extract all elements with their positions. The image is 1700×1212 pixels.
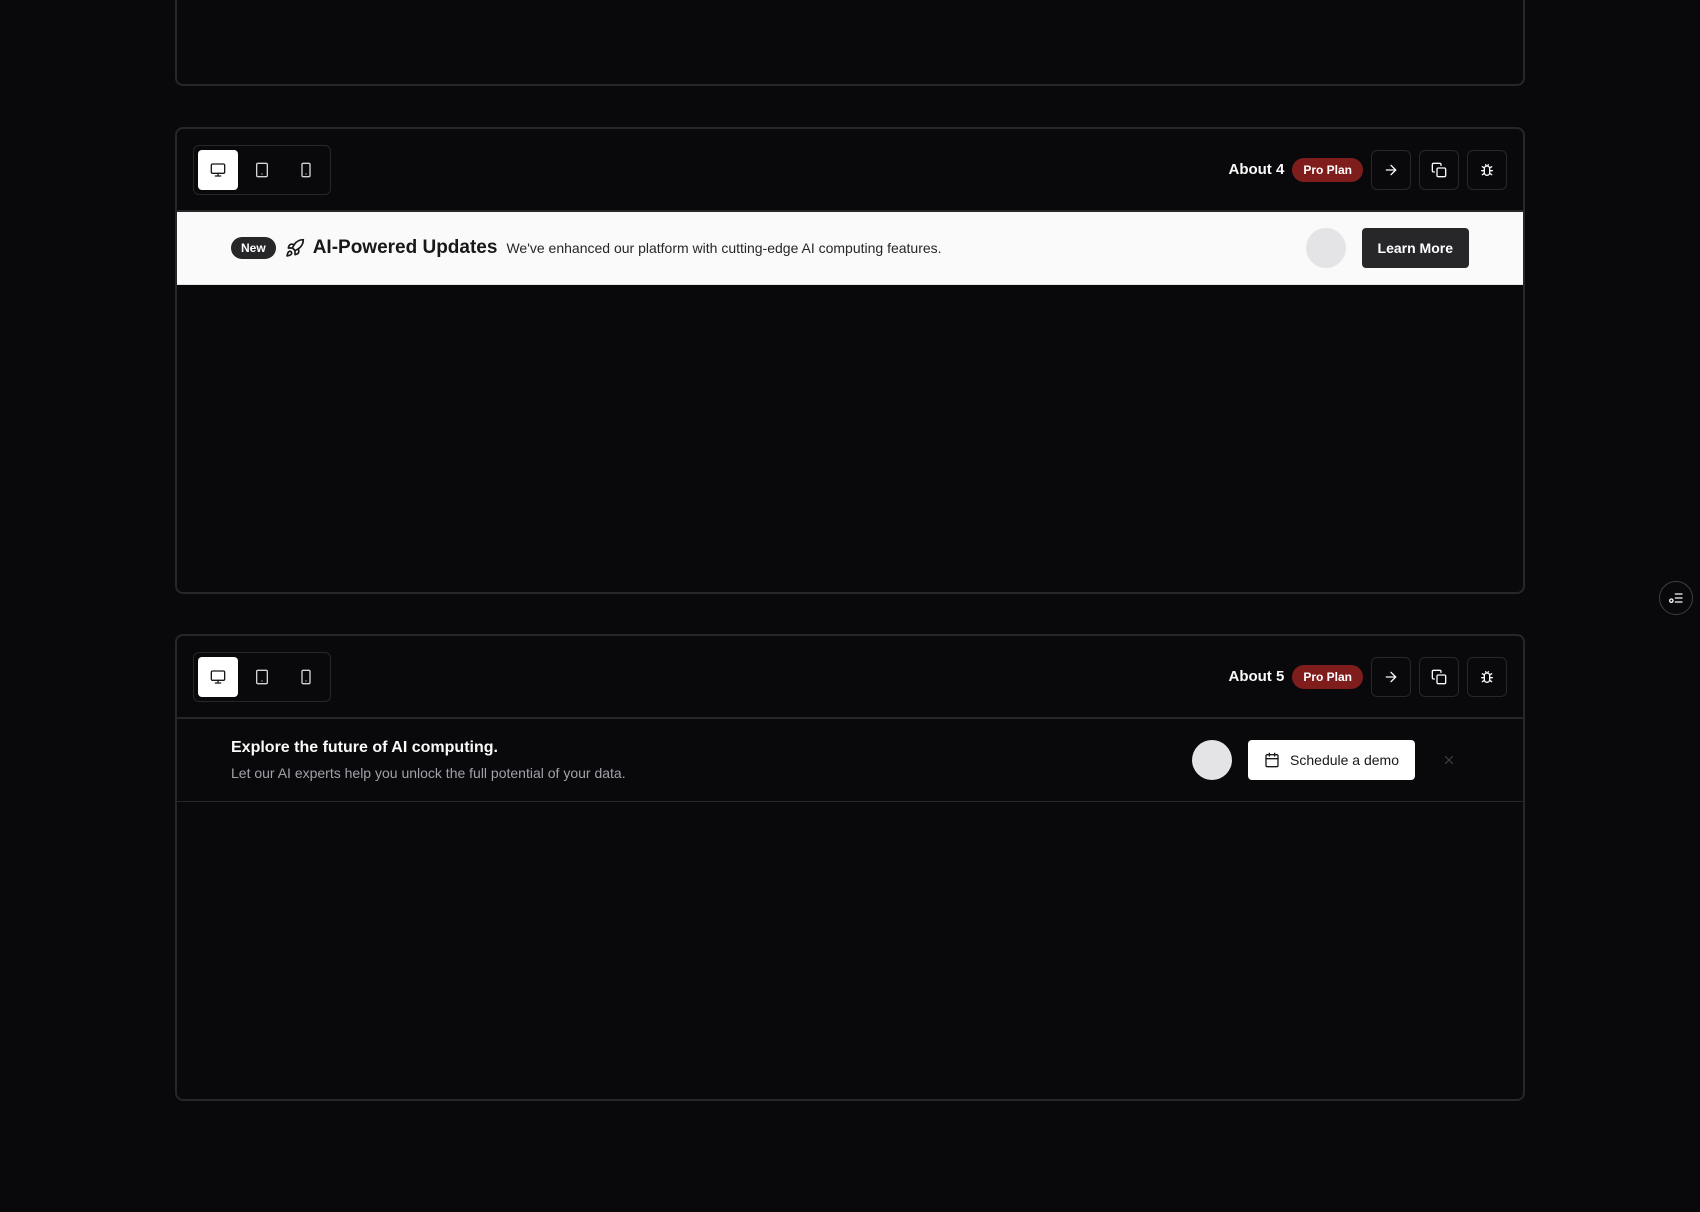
block-title: About 5 bbox=[1228, 668, 1285, 685]
copy-button[interactable] bbox=[1419, 656, 1459, 697]
open-button[interactable] bbox=[1371, 149, 1411, 190]
preview-frame-previous bbox=[175, 0, 1525, 86]
new-badge: New bbox=[231, 237, 276, 259]
bug-icon bbox=[1481, 670, 1493, 683]
copy-icon bbox=[1431, 669, 1447, 684]
smartphone-icon bbox=[301, 669, 311, 684]
announcement-banner: New AI-Powered Updates We've enhanced ou… bbox=[177, 212, 1523, 285]
block-title: About 4 bbox=[1228, 161, 1285, 178]
rocket-icon bbox=[285, 238, 304, 257]
copy-button[interactable] bbox=[1419, 149, 1459, 190]
close-button[interactable] bbox=[1429, 740, 1469, 780]
banner-text: Explore the future of AI computing. Let … bbox=[231, 739, 626, 781]
report-bug-button[interactable] bbox=[1467, 149, 1507, 190]
tablet-icon bbox=[256, 162, 268, 177]
report-bug-button[interactable] bbox=[1467, 656, 1507, 697]
arrow-right-icon bbox=[1385, 164, 1397, 175]
smartphone-icon bbox=[301, 162, 311, 177]
monitor-icon bbox=[210, 669, 226, 684]
preview-frame-about-5: About 5 Pro Plan Explore the future of A… bbox=[175, 634, 1525, 1101]
desktop-view-button[interactable] bbox=[198, 656, 238, 697]
arrow-right-icon bbox=[1385, 671, 1397, 682]
banner-description: Let our AI experts help you unlock the f… bbox=[231, 765, 626, 781]
close-icon bbox=[1444, 755, 1454, 765]
device-toggle-group bbox=[193, 144, 331, 195]
avatar-circle[interactable] bbox=[1192, 740, 1233, 780]
learn-more-button[interactable]: Learn More bbox=[1361, 228, 1469, 268]
mobile-view-button[interactable] bbox=[286, 657, 326, 697]
mobile-view-button[interactable] bbox=[286, 150, 326, 190]
preview-tools: About 5 Pro Plan bbox=[1228, 656, 1507, 697]
plan-badge: Pro Plan bbox=[1292, 664, 1363, 689]
banner-title: AI-Powered Updates bbox=[312, 237, 498, 258]
preview-toolbar: About 4 Pro Plan bbox=[177, 129, 1523, 212]
banner-description: We've enhanced our platform with cutting… bbox=[506, 240, 942, 256]
banner-title: Explore the future of AI computing. bbox=[231, 739, 498, 756]
preview-frame-about-4: About 4 Pro Plan New AI-Powered Updates … bbox=[175, 127, 1525, 594]
cta-banner: Explore the future of AI computing. Let … bbox=[177, 719, 1523, 802]
copy-icon bbox=[1431, 162, 1447, 177]
preview-toolbar: About 5 Pro Plan bbox=[177, 636, 1523, 719]
plan-badge: Pro Plan bbox=[1292, 157, 1363, 182]
tablet-view-button[interactable] bbox=[242, 657, 282, 697]
dismiss-button[interactable] bbox=[1305, 228, 1346, 268]
calendar-icon bbox=[1265, 752, 1279, 768]
desktop-view-button[interactable] bbox=[198, 149, 238, 190]
bug-icon bbox=[1481, 163, 1493, 176]
side-panel-button[interactable] bbox=[1659, 581, 1693, 615]
list-filter-icon bbox=[1669, 593, 1683, 603]
tablet-icon bbox=[256, 669, 268, 684]
preview-tools: About 4 Pro Plan bbox=[1228, 149, 1507, 190]
device-toggle-group bbox=[193, 651, 331, 702]
monitor-icon bbox=[210, 162, 226, 177]
schedule-demo-button[interactable]: Schedule a demo bbox=[1248, 740, 1415, 780]
open-button[interactable] bbox=[1371, 656, 1411, 697]
schedule-demo-label: Schedule a demo bbox=[1290, 752, 1399, 768]
tablet-view-button[interactable] bbox=[242, 150, 282, 190]
